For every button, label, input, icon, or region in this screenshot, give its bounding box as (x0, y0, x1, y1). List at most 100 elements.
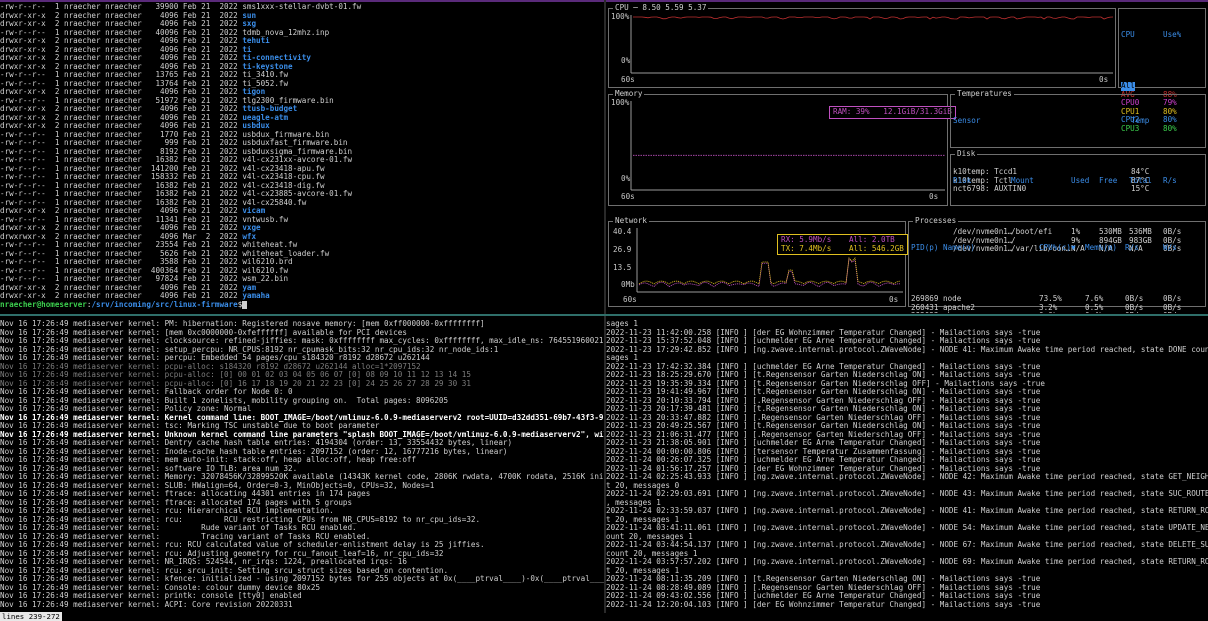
file-row[interactable]: -rw-r--r-- 1 nraecher nraecher 8192 Feb … (0, 148, 604, 157)
directory-name[interactable]: ti-keystone (242, 63, 292, 71)
file-name[interactable]: usbduxsigma_firmware.bin (242, 148, 352, 156)
file-row[interactable]: drwxrwxr-x 2 nraecher nraecher 4096 Mar … (0, 233, 604, 242)
file-name[interactable]: v4l-cx23418-cpu.fw (242, 173, 324, 181)
file-row[interactable]: drwxr-xr-x 2 nraecher nraecher 4096 Feb … (0, 63, 604, 72)
file-row[interactable]: -rw-r--r-- 1 nraecher nraecher 3588 Feb … (0, 258, 604, 267)
process-header-ws[interactable]: W/s (1163, 244, 1177, 252)
processes-widget[interactable]: Processes PID(p) Name(n) CPU%(c)▼ Mem%(m) R/… (908, 216, 1206, 313)
file-name[interactable]: whiteheat_loader.fw (242, 250, 329, 258)
file-name[interactable]: v4l-cx23418-apu.fw (242, 165, 324, 173)
file-name[interactable]: ti_5052.fw (242, 80, 288, 88)
file-name[interactable]: wil6210.fw (242, 267, 288, 275)
file-row[interactable]: drwxr-xr-x 2 nraecher nraecher 4096 Feb … (0, 114, 604, 123)
file-name[interactable]: tdmb_nova_12mhz.inp (242, 29, 329, 37)
file-name[interactable]: wsm_22.bin (242, 275, 288, 283)
process-header-rs[interactable]: R/s (1125, 244, 1163, 253)
process-row[interactable]: 260431 apache2 3.2% 0.5% 0B/s 0B/s (911, 304, 1181, 313)
process-mem: 0.5% (1085, 303, 1104, 312)
process-header-row[interactable]: PID(p) Name(n) CPU%(c)▼ Mem%(m) R/s W/s (911, 244, 1181, 253)
directory-name[interactable]: tigon (242, 88, 265, 96)
file-row[interactable]: -rw-r--r-- 1 nraecher nraecher 51972 Feb… (0, 97, 604, 106)
file-row[interactable]: -rw-r--r-- 1 nraecher nraecher 16382 Feb… (0, 182, 604, 191)
file-name[interactable]: sms1xxx-stellar-dvbt-01.fw (242, 3, 361, 11)
file-row[interactable]: drwxr-xr-x 2 nraecher nraecher 4096 Feb … (0, 122, 604, 131)
file-name[interactable]: wil6210.brd (242, 258, 292, 266)
file-row[interactable]: drwxr-xr-x 2 nraecher nraecher 4096 Feb … (0, 207, 604, 216)
file-row[interactable]: -rw-r--r-- 1 nraecher nraecher 16382 Feb… (0, 190, 604, 199)
file-row[interactable]: drwxr-xr-x 2 nraecher nraecher 4096 Feb … (0, 224, 604, 233)
process-row[interactable]: 292023php0.6%0.4%0B/s0B/s (911, 312, 1181, 313)
directory-name[interactable]: yam (242, 284, 256, 292)
file-row[interactable]: -rw-r--r-- 1 nraecher nraecher 5626 Feb … (0, 250, 604, 259)
directory-name[interactable]: yamaha (242, 292, 269, 300)
directory-name[interactable]: usbdux (242, 122, 269, 130)
disk-header-mount: Mount (1011, 177, 1034, 185)
file-row[interactable]: -rw-r--r-- 1 nraecher nraecher 16382 Feb… (0, 199, 604, 208)
process-header-mem[interactable]: Mem%(m) (1085, 244, 1125, 253)
file-row[interactable]: drwxr-xr-x 2 nraecher nraecher 4096 Feb … (0, 20, 604, 29)
file-row[interactable]: -rw-r--r-- 1 nraecher nraecher 13764 Feb… (0, 80, 604, 89)
file-name[interactable]: whiteheat.fw (242, 241, 297, 249)
file-name[interactable]: v4l-cx23885-avcore-01.fw (242, 190, 352, 198)
file-row[interactable]: -rw-r--r-- 1 nraecher nraecher 1770 Feb … (0, 131, 604, 140)
file-row[interactable]: drwxr-xr-x 2 nraecher nraecher 4096 Feb … (0, 284, 604, 293)
directory-name[interactable]: ti (242, 46, 251, 54)
file-row[interactable]: drwxr-xr-x 2 nraecher nraecher 4096 Feb … (0, 88, 604, 97)
file-row[interactable]: -rw-r--r-- 1 nraecher nraecher 400364 Fe… (0, 267, 604, 276)
file-listing-pane[interactable]: -rw-r--r-- 1 nraecher nraecher 39900 Feb… (0, 3, 604, 313)
directory-name[interactable]: vicam (242, 207, 265, 215)
directory-name[interactable]: sun (242, 12, 256, 20)
file-name[interactable]: v4l-cx25840.fw (242, 199, 306, 207)
file-meta: -rw-r--r-- 1 nraecher nraecher 51972 Feb… (0, 96, 243, 105)
file-row[interactable]: -rw-r--r-- 1 nraecher nraecher 13765 Feb… (0, 71, 604, 80)
file-name[interactable]: vntwusb.fw (242, 216, 288, 224)
file-row[interactable]: drwxr-xr-x 2 nraecher nraecher 4096 Feb … (0, 12, 604, 21)
process-header-pid[interactable]: PID(p) (911, 244, 943, 253)
memory-graph-widget[interactable]: Memory 100% 0% 60s 0s RAM: 39% 12.1GiB/3… (608, 89, 956, 206)
process-header-name[interactable]: Name(n) (943, 244, 1039, 253)
file-row[interactable]: -rw-r--r-- 1 nraecher nraecher 141200 Fe… (0, 165, 604, 174)
process-row[interactable]: 269869 node 73.5% 7.6% 0B/s 0B/s (911, 295, 1181, 304)
file-row[interactable]: -rw-r--r-- 1 nraecher nraecher 158332 Fe… (0, 173, 604, 182)
pane-divider-horizontal[interactable] (0, 314, 1208, 316)
file-row[interactable]: drwxr-xr-x 2 nraecher nraecher 4096 Feb … (0, 105, 604, 114)
file-row[interactable]: -rw-r--r-- 1 nraecher nraecher 11341 Feb… (0, 216, 604, 225)
directory-name[interactable]: ueagle-atm (242, 114, 288, 122)
disk-widget[interactable]: Disk Disk Mount Used Free Total R/s /dev/nvme… (950, 149, 1206, 253)
file-row[interactable]: -rw-r--r-- 1 nraecher nraecher 40096 Feb… (0, 29, 604, 38)
file-name[interactable]: v4l-cx23418-dig.fw (242, 182, 324, 190)
cpu-graph-widget[interactable]: CPU ─ 8.50 5.59 5.37 100% 0% 60s 0s (608, 3, 1116, 88)
directory-name[interactable]: ttusb-budget (242, 105, 297, 113)
network-graph-widget[interactable]: Network 40.4 26.9 13.5 0Mb 60s 0s RX: 5.… (608, 216, 908, 307)
file-name[interactable]: usbduxfast_firmware.bin (242, 139, 347, 147)
file-meta: -rw-r--r-- 1 nraecher nraecher 158332 Fe… (0, 173, 243, 181)
directory-name[interactable]: sxg (242, 20, 256, 28)
openhab-log-line: 2022-11-23 20:49:25.567 [INFO ] [t.Regen… (606, 422, 1041, 430)
file-row[interactable]: -rw-r--r-- 1 nraecher nraecher 39900 Feb… (0, 3, 604, 12)
file-name[interactable]: ti_3410.fw (242, 71, 288, 79)
shell-prompt[interactable]: nraecher@homeserver:/srv/incoming/src/li… (0, 300, 604, 310)
directory-name[interactable]: ti-connectivity (242, 54, 311, 62)
kernel-log-pane[interactable]: Nov 16 17:26:49 mediaserver kernel: PM: … (0, 320, 604, 613)
file-row[interactable]: drwxr-xr-x 2 nraecher nraecher 4096 Feb … (0, 292, 604, 301)
directory-name[interactable]: wfx (242, 233, 256, 241)
cpu-legend-row[interactable]: All (1121, 82, 1181, 91)
process-header-cpu[interactable]: CPU%(c)▼ (1039, 244, 1085, 253)
btm-dashboard-pane[interactable]: CPU ─ 8.50 5.59 5.37 100% 0% 60s 0s CPU U… (606, 3, 1208, 313)
directory-name[interactable]: vxge (242, 224, 260, 232)
file-row[interactable]: -rw-r--r-- 1 nraecher nraecher 16382 Feb… (0, 156, 604, 165)
file-name[interactable]: tlg2300_firmware.bin (242, 97, 333, 105)
file-row[interactable]: drwxr-xr-x 2 nraecher nraecher 4096 Feb … (0, 37, 604, 46)
openhab-log-pane[interactable]: sages 1 2022-11-23 11:42:00.258 [INFO ] [… (606, 320, 1208, 613)
file-row[interactable]: -rw-r--r-- 1 nraecher nraecher 97824 Feb… (0, 275, 604, 284)
directory-name[interactable]: tehuti (242, 37, 269, 45)
cpu-legend-widget[interactable]: CPU Use% All AVG 88% CPU0 79% CPU1 80% CPU2 80% CP… (1118, 8, 1206, 132)
cpu-legend-name[interactable]: All (1121, 82, 1135, 91)
file-row[interactable]: -rw-r--r-- 1 nraecher nraecher 999 Feb 2… (0, 139, 604, 148)
file-row[interactable]: drwxr-xr-x 2 nraecher nraecher 4096 Feb … (0, 46, 604, 55)
temperatures-widget[interactable]: Temperatures Sensor Temp k10temp: Tccd1 84… (950, 89, 1206, 193)
file-name[interactable]: usbdux_firmware.bin (242, 131, 329, 139)
file-row[interactable]: drwxr-xr-x 2 nraecher nraecher 4096 Feb … (0, 54, 604, 63)
file-row[interactable]: -rw-r--r-- 1 nraecher nraecher 23554 Feb… (0, 241, 604, 250)
file-name[interactable]: v4l-cx231xx-avcore-01.fw (242, 156, 352, 164)
